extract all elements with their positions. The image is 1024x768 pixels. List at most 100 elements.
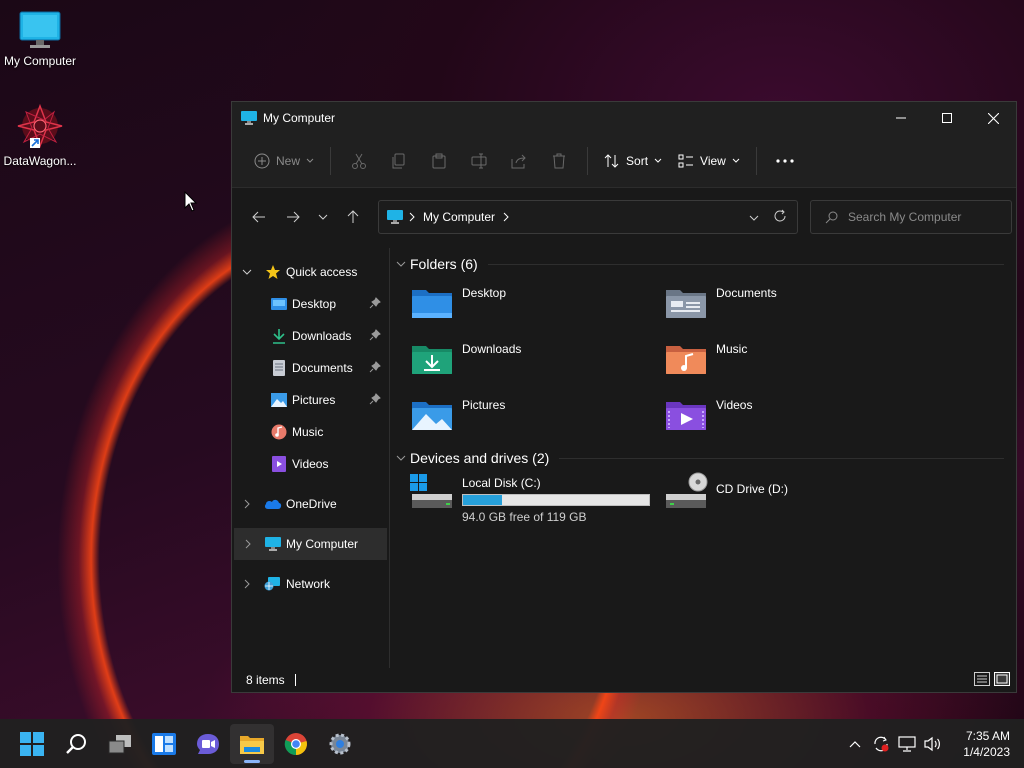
copy-button[interactable]: [379, 145, 419, 177]
search-icon: [825, 211, 838, 223]
file-explorer-taskbar-button[interactable]: [230, 723, 274, 764]
folder-documents[interactable]: Documents: [650, 276, 904, 332]
chrome-button[interactable]: [274, 724, 318, 764]
paste-button[interactable]: [419, 145, 459, 177]
monitor-icon: [19, 11, 61, 48]
drive-name: CD Drive (D:): [716, 482, 788, 496]
picture-icon: [271, 393, 287, 407]
music-folder-icon: [666, 346, 706, 374]
chevron-up-icon: [849, 740, 861, 747]
search-taskbar-button[interactable]: [54, 724, 98, 764]
share-icon: [511, 154, 526, 168]
cut-button[interactable]: [339, 145, 379, 177]
share-button[interactable]: [499, 145, 539, 177]
clock[interactable]: 7:35 AM 1/4/2023: [963, 728, 1010, 760]
network-icon: [264, 577, 280, 591]
file-explorer-window: My Computer New Sort View My Computer Se…: [231, 101, 1017, 693]
maximize-button[interactable]: [924, 102, 970, 134]
file-list-pane[interactable]: Folders (6) Desktop Documents Downloads …: [390, 248, 1016, 668]
pin-icon: [369, 361, 381, 373]
sidebar-item-quick-access[interactable]: Quick access: [232, 256, 389, 288]
chrome-icon: [284, 732, 307, 755]
folder-name: Downloads: [462, 342, 522, 356]
chevron-down-icon: [749, 215, 759, 221]
chevron-right-icon[interactable]: [245, 539, 251, 549]
scissors-icon: [352, 153, 367, 169]
task-view-button[interactable]: [98, 724, 142, 764]
drive-free-space: 94.0 GB free of 119 GB: [462, 510, 587, 524]
address-dropdown-button[interactable]: [749, 210, 759, 224]
folder-icon: [240, 735, 264, 754]
tiles-view-button[interactable]: [994, 671, 1010, 689]
address-bar[interactable]: My Computer: [378, 200, 798, 234]
drive-cd-d[interactable]: CD Drive (D:): [650, 470, 904, 532]
search-box[interactable]: [810, 200, 1012, 234]
volume-button[interactable]: [923, 732, 943, 756]
start-button[interactable]: [10, 724, 54, 764]
more-options-button[interactable]: [765, 145, 805, 177]
drive-usage-fill: [463, 495, 503, 505]
gear-icon: [329, 733, 351, 754]
search-input[interactable]: [848, 210, 1008, 224]
sort-icon: [604, 153, 619, 168]
rename-button[interactable]: [459, 145, 499, 177]
details-view-icon: [974, 671, 990, 686]
mouse-cursor-icon: [184, 191, 198, 212]
monitor-icon: [387, 210, 403, 224]
show-hidden-icons-button[interactable]: [845, 732, 865, 756]
folders-group-header[interactable]: Folders (6): [396, 252, 1016, 276]
minimize-button[interactable]: [878, 102, 924, 134]
sidebar-item-network[interactable]: Network: [232, 568, 389, 600]
details-view-button[interactable]: [974, 671, 990, 689]
up-button[interactable]: [336, 201, 370, 233]
title-bar[interactable]: My Computer: [232, 102, 1016, 134]
chevron-right-icon[interactable]: [244, 499, 250, 509]
recent-locations-button[interactable]: [310, 201, 336, 233]
sidebar-item-videos[interactable]: Videos: [232, 448, 389, 480]
breadcrumb: My Computer: [409, 210, 509, 224]
folder-downloads[interactable]: Downloads: [396, 332, 650, 388]
folder-videos[interactable]: Videos: [650, 388, 904, 444]
sidebar-item-my-computer[interactable]: My Computer: [234, 528, 387, 560]
back-button[interactable]: [242, 201, 276, 233]
sidebar-item-onedrive[interactable]: OneDrive: [232, 488, 389, 520]
folder-pictures[interactable]: Pictures: [396, 388, 650, 444]
video-icon: [272, 456, 286, 472]
refresh-button[interactable]: [773, 209, 787, 226]
new-button[interactable]: New: [246, 145, 322, 177]
close-button[interactable]: [970, 102, 1016, 134]
drives-group-header[interactable]: Devices and drives (2): [396, 446, 1016, 470]
sidebar-item-downloads[interactable]: Downloads: [232, 320, 389, 352]
sidebar-item-documents[interactable]: Documents: [232, 352, 389, 384]
network-status-button[interactable]: [897, 732, 917, 756]
sidebar-item-label: Quick access: [286, 265, 358, 279]
folder-name: Videos: [716, 398, 753, 412]
sidebar-item-pictures[interactable]: Pictures: [232, 384, 389, 416]
desktop-icon-my-computer[interactable]: My Computer: [0, 10, 80, 68]
forward-button[interactable]: [276, 201, 310, 233]
sidebar-item-desktop[interactable]: Desktop: [232, 288, 389, 320]
drive-local-disk-c[interactable]: Local Disk (C:) 94.0 GB free of 119 GB: [396, 470, 650, 532]
breadcrumb-item-my-computer[interactable]: My Computer: [423, 210, 495, 224]
widgets-button[interactable]: [142, 724, 186, 764]
view-label: View: [700, 153, 726, 168]
navigation-pane[interactable]: Quick access Desktop Downloads Documents…: [232, 248, 390, 668]
folder-music[interactable]: Music: [650, 332, 904, 388]
desktop-icon-datawagon[interactable]: DataWagon...: [0, 104, 80, 168]
sort-button[interactable]: Sort: [596, 145, 670, 177]
folder-desktop[interactable]: Desktop: [396, 276, 650, 332]
sync-alert-icon: [874, 736, 889, 751]
sidebar-item-music[interactable]: Music: [232, 416, 389, 448]
view-button[interactable]: View: [670, 145, 748, 177]
delete-button[interactable]: [539, 145, 579, 177]
chevron-down-icon[interactable]: [242, 269, 252, 275]
close-icon: [987, 112, 999, 124]
chevron-right-icon[interactable]: [244, 579, 250, 589]
settings-button[interactable]: [318, 724, 362, 764]
chat-camera-icon: [197, 733, 219, 754]
rename-icon: [471, 153, 487, 168]
view-list-icon: [678, 154, 694, 167]
chat-button[interactable]: [186, 724, 230, 764]
sync-status-button[interactable]: [871, 732, 891, 756]
window-title: My Computer: [263, 111, 336, 125]
